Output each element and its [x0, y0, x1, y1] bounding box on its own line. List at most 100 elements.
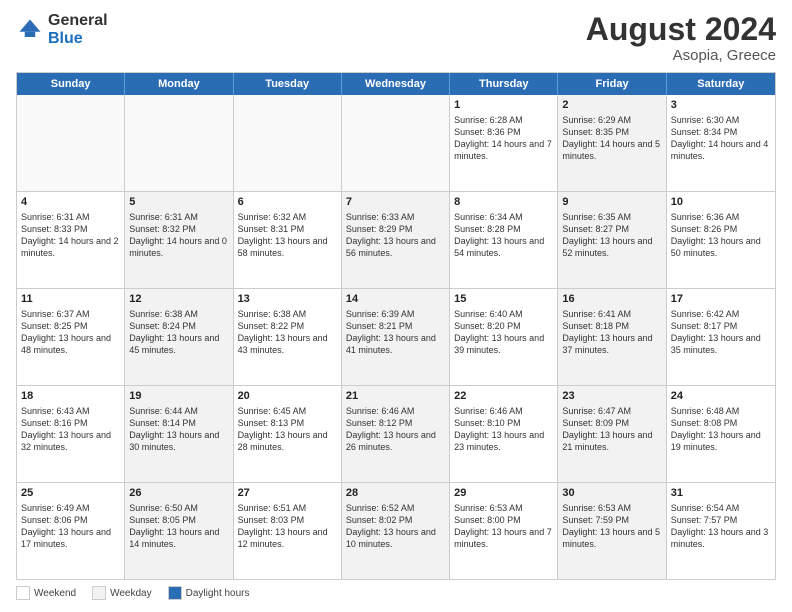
calendar-cell: 14 Sunrise: 6:39 AM Sunset: 8:21 PM Dayli…	[342, 289, 450, 385]
day-info: Sunrise: 6:41 AM Sunset: 8:18 PM Dayligh…	[562, 309, 652, 355]
day-info: Sunrise: 6:53 AM Sunset: 7:59 PM Dayligh…	[562, 503, 660, 549]
day-info: Sunrise: 6:46 AM Sunset: 8:10 PM Dayligh…	[454, 406, 544, 452]
day-info: Sunrise: 6:30 AM Sunset: 8:34 PM Dayligh…	[671, 115, 769, 161]
calendar-row: 11Sunrise: 6:37 AM Sunset: 8:25 PM Dayli…	[17, 288, 775, 385]
calendar-cell: 2Sunrise: 6:29 AM Sunset: 8:35 PM Daylig…	[558, 95, 666, 191]
calendar-cell: 3Sunrise: 6:30 AM Sunset: 8:34 PM Daylig…	[667, 95, 775, 191]
day-info: Sunrise: 6:31 AM Sunset: 8:32 PM Dayligh…	[129, 212, 227, 258]
day-number: 8	[454, 195, 553, 210]
calendar-cell: 23Sunrise: 6:47 AM Sunset: 8:09 PM Dayli…	[558, 386, 666, 482]
main-title: August 2024	[586, 12, 776, 47]
day-number: 13	[238, 292, 337, 307]
day-number: 19	[129, 389, 228, 404]
day-info: Sunrise: 6:32 AM Sunset: 8:31 PM Dayligh…	[238, 212, 328, 258]
legend-label-weekday: Weekday	[110, 588, 152, 599]
day-number: 18	[21, 389, 120, 404]
day-number: 12	[129, 292, 228, 307]
day-number: 23	[562, 389, 661, 404]
calendar-cell	[17, 95, 125, 191]
calendar-cell: 16 Sunrise: 6:41 AM Sunset: 8:18 PM Dayli…	[558, 289, 666, 385]
calendar-cell: 11Sunrise: 6:37 AM Sunset: 8:25 PM Dayli…	[17, 289, 125, 385]
day-number: 28	[346, 486, 445, 501]
calendar-cell: 19 Sunrise: 6:44 AM Sunset: 8:14 PM Dayli…	[125, 386, 233, 482]
calendar-header-cell: Thursday	[450, 73, 558, 95]
legend-item-white: Weekend	[16, 586, 76, 600]
legend-label-weekend: Weekend	[34, 588, 76, 599]
day-info: Sunrise: 6:36 AM Sunset: 8:26 PM Dayligh…	[671, 212, 761, 258]
logo-line2: Blue	[48, 30, 108, 48]
calendar-header-cell: Saturday	[667, 73, 775, 95]
day-number: 15	[454, 292, 553, 307]
calendar-cell: 20 Sunrise: 6:45 AM Sunset: 8:13 PM Dayli…	[234, 386, 342, 482]
calendar-row: 4 Sunrise: 6:31 AM Sunset: 8:33 PM Daylig…	[17, 191, 775, 288]
day-number: 26	[129, 486, 228, 501]
logo: General Blue	[16, 12, 108, 47]
day-number: 10	[671, 195, 771, 210]
day-number: 30	[562, 486, 661, 501]
day-info: Sunrise: 6:48 AM Sunset: 8:08 PM Dayligh…	[671, 406, 761, 452]
calendar-header-cell: Wednesday	[342, 73, 450, 95]
calendar-cell	[342, 95, 450, 191]
calendar-cell	[125, 95, 233, 191]
day-info: Sunrise: 6:51 AM Sunset: 8:03 PM Dayligh…	[238, 503, 328, 549]
day-info: Sunrise: 6:52 AM Sunset: 8:02 PM Dayligh…	[346, 503, 436, 549]
day-info: Sunrise: 6:50 AM Sunset: 8:05 PM Dayligh…	[129, 503, 219, 549]
day-info: Sunrise: 6:45 AM Sunset: 8:13 PM Dayligh…	[238, 406, 328, 452]
day-number: 20	[238, 389, 337, 404]
day-number: 16	[562, 292, 661, 307]
day-info: Sunrise: 6:43 AM Sunset: 8:16 PM Dayligh…	[21, 406, 111, 452]
calendar-header-cell: Friday	[558, 73, 666, 95]
day-number: 29	[454, 486, 553, 501]
day-info: Sunrise: 6:42 AM Sunset: 8:17 PM Dayligh…	[671, 309, 761, 355]
calendar-cell: 17Sunrise: 6:42 AM Sunset: 8:17 PM Dayli…	[667, 289, 775, 385]
day-info: Sunrise: 6:54 AM Sunset: 7:57 PM Dayligh…	[671, 503, 769, 549]
day-number: 24	[671, 389, 771, 404]
calendar-cell: 13 Sunrise: 6:38 AM Sunset: 8:22 PM Dayli…	[234, 289, 342, 385]
subtitle: Asopia, Greece	[586, 47, 776, 64]
legend-box-white	[16, 586, 30, 600]
calendar-cell: 18 Sunrise: 6:43 AM Sunset: 8:16 PM Dayli…	[17, 386, 125, 482]
calendar-cell: 1Sunrise: 6:28 AM Sunset: 8:36 PM Daylig…	[450, 95, 558, 191]
calendar-cell: 28 Sunrise: 6:52 AM Sunset: 8:02 PM Dayli…	[342, 483, 450, 579]
calendar-cell: 26 Sunrise: 6:50 AM Sunset: 8:05 PM Dayli…	[125, 483, 233, 579]
calendar-cell: 29Sunrise: 6:53 AM Sunset: 8:00 PM Dayli…	[450, 483, 558, 579]
calendar-cell: 7Sunrise: 6:33 AM Sunset: 8:29 PM Daylig…	[342, 192, 450, 288]
header: General Blue August 2024 Asopia, Greece	[16, 12, 776, 64]
day-info: Sunrise: 6:38 AM Sunset: 8:24 PM Dayligh…	[129, 309, 219, 355]
day-info: Sunrise: 6:34 AM Sunset: 8:28 PM Dayligh…	[454, 212, 544, 258]
logo-icon	[16, 16, 44, 44]
legend-label-daylight: Daylight hours	[186, 588, 250, 599]
calendar-cell: 8 Sunrise: 6:34 AM Sunset: 8:28 PM Daylig…	[450, 192, 558, 288]
day-number: 6	[238, 195, 337, 210]
calendar-row: 1Sunrise: 6:28 AM Sunset: 8:36 PM Daylig…	[17, 95, 775, 191]
legend-item-blue: Daylight hours	[168, 586, 250, 600]
legend-box-gray	[92, 586, 106, 600]
day-number: 25	[21, 486, 120, 501]
calendar-header-cell: Tuesday	[234, 73, 342, 95]
day-info: Sunrise: 6:39 AM Sunset: 8:21 PM Dayligh…	[346, 309, 436, 355]
day-number: 4	[21, 195, 120, 210]
day-number: 9	[562, 195, 661, 210]
day-number: 5	[129, 195, 228, 210]
calendar-header-cell: Sunday	[17, 73, 125, 95]
day-info: Sunrise: 6:44 AM Sunset: 8:14 PM Dayligh…	[129, 406, 219, 452]
calendar-header: SundayMondayTuesdayWednesdayThursdayFrid…	[17, 73, 775, 95]
calendar-cell: 21Sunrise: 6:46 AM Sunset: 8:12 PM Dayli…	[342, 386, 450, 482]
day-number: 7	[346, 195, 445, 210]
calendar-header-cell: Monday	[125, 73, 233, 95]
calendar-cell: 4 Sunrise: 6:31 AM Sunset: 8:33 PM Daylig…	[17, 192, 125, 288]
calendar-cell: 10 Sunrise: 6:36 AM Sunset: 8:26 PM Dayli…	[667, 192, 775, 288]
calendar-cell: 25 Sunrise: 6:49 AM Sunset: 8:06 PM Dayli…	[17, 483, 125, 579]
day-info: Sunrise: 6:29 AM Sunset: 8:35 PM Dayligh…	[562, 115, 660, 161]
day-info: Sunrise: 6:38 AM Sunset: 8:22 PM Dayligh…	[238, 309, 328, 355]
day-number: 31	[671, 486, 771, 501]
calendar-row: 25 Sunrise: 6:49 AM Sunset: 8:06 PM Dayli…	[17, 482, 775, 579]
day-info: Sunrise: 6:49 AM Sunset: 8:06 PM Dayligh…	[21, 503, 111, 549]
page: General Blue August 2024 Asopia, Greece …	[0, 0, 792, 612]
day-number: 14	[346, 292, 445, 307]
day-info: Sunrise: 6:31 AM Sunset: 8:33 PM Dayligh…	[21, 212, 119, 258]
day-number: 22	[454, 389, 553, 404]
calendar-cell: 9Sunrise: 6:35 AM Sunset: 8:27 PM Daylig…	[558, 192, 666, 288]
calendar-cell: 5 Sunrise: 6:31 AM Sunset: 8:32 PM Daylig…	[125, 192, 233, 288]
day-number: 21	[346, 389, 445, 404]
